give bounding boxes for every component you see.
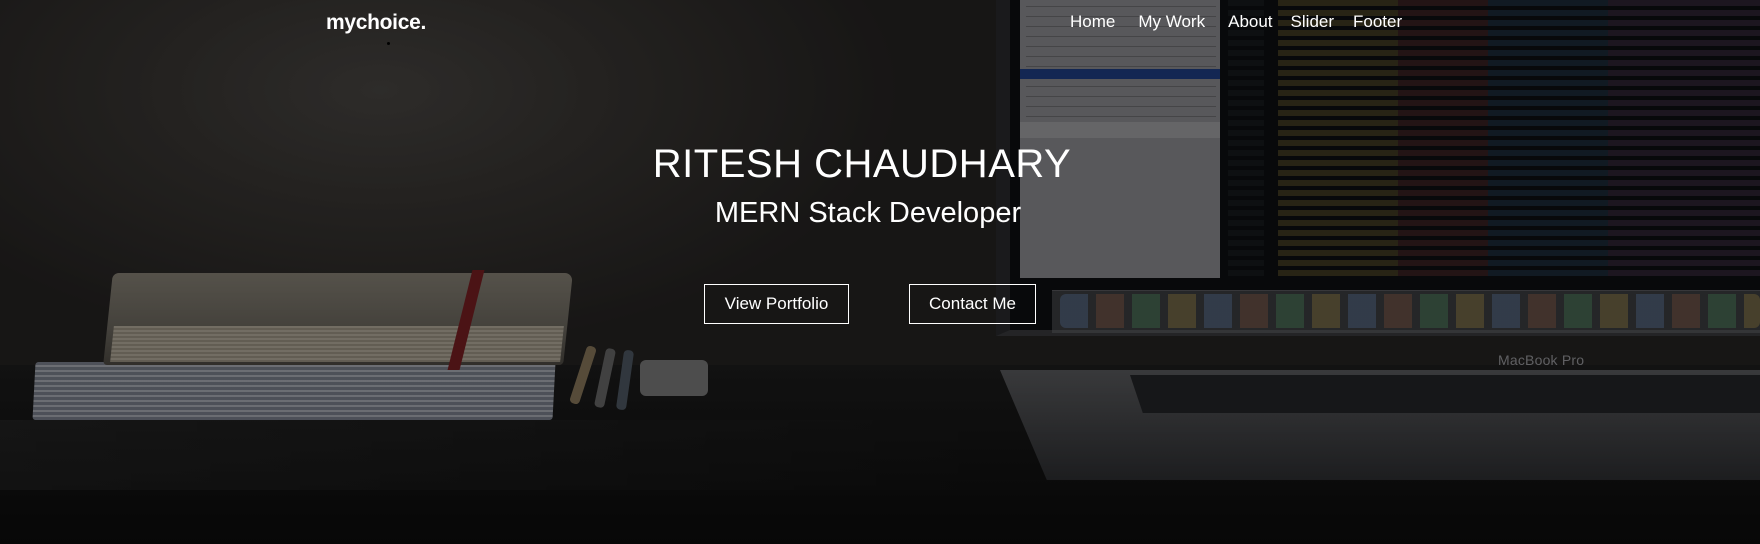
nav-link-home[interactable]: Home [1070, 12, 1115, 32]
hero-dark-overlay [0, 0, 1760, 544]
contact-me-button[interactable]: Contact Me [909, 284, 1036, 324]
hero-subtitle: MERN Stack Developer [714, 197, 1022, 229]
nav-link-slider[interactable]: Slider [1291, 12, 1334, 32]
hero-section: MacBook Pro mychoice. Home My Work About… [0, 0, 1760, 544]
nav-link-my-work[interactable]: My Work [1138, 12, 1205, 32]
brand-logo-link[interactable]: mychoice. [326, 11, 426, 35]
hero-title: RITESH CHAUDHARY [652, 142, 1072, 186]
brand-dot [387, 42, 390, 45]
nav-link-footer[interactable]: Footer [1353, 12, 1402, 32]
main-nav: Home My Work About Slider Footer [1070, 12, 1402, 32]
view-portfolio-button[interactable]: View Portfolio [704, 284, 849, 324]
nav-link-about[interactable]: About [1228, 12, 1272, 32]
